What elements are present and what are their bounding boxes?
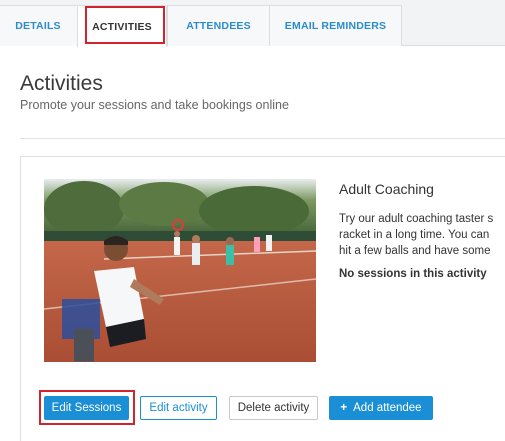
description-line: hit a few balls and have some (339, 245, 491, 257)
page-subtitle: Promote your sessions and take bookings … (20, 98, 289, 112)
plus-icon: + (340, 402, 348, 414)
edit-sessions-button[interactable]: Edit Sessions (44, 396, 129, 420)
tab-attendees[interactable]: ATTENDEES (167, 5, 270, 46)
add-attendee-button[interactable]: + Add attendee (329, 396, 433, 420)
tab-activities[interactable]: ACTIVITIES (77, 5, 167, 47)
activity-description: Try our adult coaching taster s racket i… (339, 211, 505, 259)
activity-image (44, 179, 316, 362)
description-line: Try our adult coaching taster s (339, 213, 494, 225)
activity-title: Adult Coaching (339, 181, 434, 197)
add-attendee-label: Add attendee (353, 402, 422, 414)
edit-activity-button[interactable]: Edit activity (140, 396, 217, 420)
delete-activity-button[interactable]: Delete activity (229, 396, 318, 420)
tab-bar: DETAILS ACTIVITIES ATTENDEES EMAIL REMIN… (0, 0, 505, 47)
sessions-status: No sessions in this activity (339, 268, 487, 280)
tennis-photo (44, 179, 316, 362)
page: DETAILS ACTIVITIES ATTENDEES EMAIL REMIN… (0, 0, 505, 441)
divider (20, 138, 505, 139)
description-line: racket in a long time. You can (339, 229, 490, 241)
tab-details[interactable]: DETAILS (0, 5, 78, 46)
page-title: Activities (20, 72, 103, 95)
tab-email-reminders[interactable]: EMAIL REMINDERS (269, 5, 402, 46)
